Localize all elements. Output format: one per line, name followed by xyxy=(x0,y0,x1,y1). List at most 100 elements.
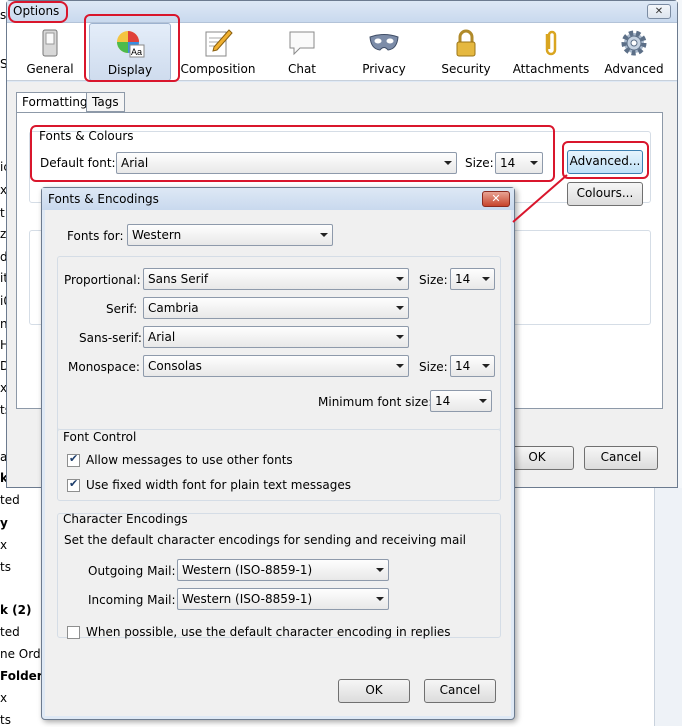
chevron-down-icon xyxy=(396,306,404,310)
default-font-value: Arial xyxy=(121,156,149,170)
default-size-label: Size: xyxy=(465,156,494,170)
folder-pane-item[interactable]: x xyxy=(0,538,7,552)
proportional-size-label: Size: xyxy=(419,273,448,287)
proportional-label: Proportional: xyxy=(64,273,141,287)
folder-pane-item[interactable]: ts xyxy=(0,560,11,574)
serif-label: Serif: xyxy=(106,302,138,316)
chevron-down-icon xyxy=(444,161,452,165)
fonts-encodings-dialog: Fonts & Encodings ✕ Fonts for: Western P… xyxy=(41,187,515,720)
outgoing-mail-select[interactable]: Western (ISO-8859-1) xyxy=(177,559,389,581)
paperclip-icon xyxy=(545,30,557,56)
padlock-icon xyxy=(456,29,476,57)
toolbar-attachments[interactable]: Attachments xyxy=(509,23,593,81)
toolbar-composition-label: Composition xyxy=(180,62,256,76)
default-font-label: Default font: xyxy=(40,156,116,170)
font-control-title: Font Control xyxy=(63,430,137,444)
proportional-size-value: 14 xyxy=(455,272,471,286)
toolbar-privacy[interactable]: Privacy xyxy=(343,23,425,81)
chevron-down-icon xyxy=(482,277,490,281)
svg-text:Aa: Aa xyxy=(131,47,142,57)
default-size-value: 14 xyxy=(500,156,516,170)
toolbar-advanced-label: Advanced xyxy=(604,62,664,76)
mask-icon xyxy=(369,34,399,51)
proportional-size-select[interactable]: 14 xyxy=(450,268,495,290)
chevron-down-icon xyxy=(320,233,328,237)
folder-pane-item[interactable]: t xyxy=(0,206,5,220)
right-pane-edge-top xyxy=(678,0,682,488)
min-font-size-label: Minimum font size: xyxy=(318,395,433,409)
toolbar-display-label: Display xyxy=(107,63,153,77)
chevron-down-icon xyxy=(396,335,404,339)
proportional-value: Sans Serif xyxy=(148,272,209,286)
folder-pane-item[interactable]: k (2) xyxy=(0,603,31,617)
options-close-button[interactable]: ✕ xyxy=(647,4,671,19)
fonts-encodings-cancel-button[interactable]: Cancel xyxy=(424,679,496,703)
chevron-down-icon xyxy=(396,364,404,368)
incoming-mail-value: Western (ISO-8859-1) xyxy=(182,592,313,606)
outgoing-mail-label: Outgoing Mail: xyxy=(88,564,176,578)
incoming-mail-label: Incoming Mail: xyxy=(88,593,176,607)
sans-serif-value: Arial xyxy=(148,330,176,344)
colours-button[interactable]: Colours... xyxy=(567,182,643,206)
options-title: Options xyxy=(13,4,60,18)
fonts-encodings-body: Fonts for: Western Proportional: Sans Se… xyxy=(45,210,511,716)
folder-pane-item[interactable]: y xyxy=(0,516,8,530)
fixed-width-checkbox[interactable] xyxy=(67,477,80,492)
allow-other-fonts-checkbox[interactable] xyxy=(67,452,80,467)
toolbar-general[interactable]: General xyxy=(9,23,91,81)
tab-tags[interactable]: Tags xyxy=(86,92,125,112)
incoming-mail-select[interactable]: Western (ISO-8859-1) xyxy=(177,588,389,610)
toolbar-security[interactable]: Security xyxy=(425,23,507,81)
folder-pane-item[interactable]: x xyxy=(0,691,7,705)
serif-value: Cambria xyxy=(148,301,199,315)
fonts-encodings-ok-button[interactable]: OK xyxy=(338,679,410,703)
chevron-down-icon xyxy=(482,364,490,368)
serif-select[interactable]: Cambria xyxy=(143,297,409,319)
toolbar-attachments-label: Attachments xyxy=(512,62,590,76)
monospace-size-label: Size: xyxy=(419,360,448,374)
character-encodings-title: Character Encodings xyxy=(63,512,188,526)
toolbar-chat-label: Chat xyxy=(287,62,317,76)
tab-formatting[interactable]: Formatting xyxy=(16,92,94,114)
fonts-encodings-titlebar[interactable]: Fonts & Encodings ✕ xyxy=(42,188,514,210)
annotation-arrow-line xyxy=(512,174,568,223)
options-titlebar[interactable]: Options ✕ xyxy=(7,1,677,23)
toolbar-chat[interactable]: Chat xyxy=(261,23,343,81)
options-cancel-button[interactable]: Cancel xyxy=(584,446,658,470)
sans-serif-label: Sans-serif: xyxy=(79,331,142,345)
toolbar-display[interactable]: Aa Display xyxy=(89,23,171,81)
toolbar-advanced[interactable]: Advanced xyxy=(593,23,675,81)
allow-other-fonts-label: Allow messages to use other fonts xyxy=(86,453,293,467)
options-toolbar: General Aa Display Composition Chat Priv… xyxy=(7,23,677,81)
gear-icon xyxy=(621,30,647,56)
default-font-select[interactable]: Arial xyxy=(116,152,457,174)
default-encoding-replies-label: When possible, use the default character… xyxy=(86,625,451,639)
fonts-for-label: Fonts for: xyxy=(67,229,124,243)
min-font-size-select[interactable]: 14 xyxy=(430,390,492,412)
monospace-size-value: 14 xyxy=(455,359,471,373)
monospace-size-select[interactable]: 14 xyxy=(450,355,495,377)
toolbar-composition[interactable]: Composition xyxy=(176,23,260,81)
character-encodings-description: Set the default character encodings for … xyxy=(64,533,466,547)
fonts-encodings-title: Fonts & Encodings xyxy=(48,192,159,206)
advanced-fonts-button[interactable]: Advanced... xyxy=(567,150,643,174)
proportional-select[interactable]: Sans Serif xyxy=(143,268,409,290)
chevron-down-icon xyxy=(530,161,538,165)
chevron-down-icon xyxy=(376,568,384,572)
monospace-value: Consolas xyxy=(148,359,202,373)
fixed-width-label: Use fixed width font for plain text mess… xyxy=(86,478,351,492)
chevron-down-icon xyxy=(479,399,487,403)
monospace-select[interactable]: Consolas xyxy=(143,355,409,377)
folder-pane-item[interactable]: ts xyxy=(0,713,11,727)
toolbar-privacy-label: Privacy xyxy=(362,62,406,76)
min-font-size-value: 14 xyxy=(435,394,451,408)
monospace-label: Monospace: xyxy=(68,360,140,374)
chat-bubble-icon xyxy=(289,31,315,56)
fonts-for-select[interactable]: Western xyxy=(127,224,333,246)
toolbar-general-label: General xyxy=(26,62,74,76)
folder-pane-item[interactable]: ted xyxy=(0,625,20,639)
pencil-paper-icon xyxy=(205,29,233,57)
folder-pane-item[interactable]: ted xyxy=(0,493,20,507)
sans-serif-select[interactable]: Arial xyxy=(143,326,409,348)
default-encoding-replies-checkbox[interactable] xyxy=(67,626,80,639)
